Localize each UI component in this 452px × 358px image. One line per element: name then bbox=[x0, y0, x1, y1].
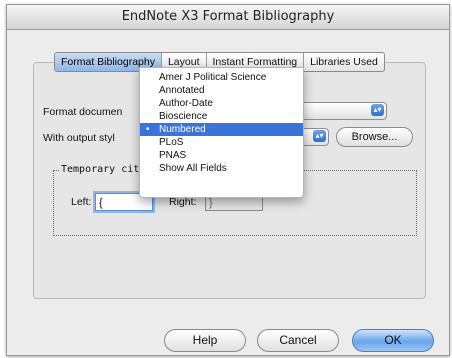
format-document-label: Format documen bbox=[43, 106, 123, 118]
menu-item-bioscience[interactable]: Bioscience bbox=[140, 110, 303, 123]
tab-libraries-used[interactable]: Libraries Used bbox=[303, 53, 384, 71]
menu-item-pnas[interactable]: PNAS bbox=[140, 149, 303, 162]
window-title: EndNote X3 Format Bibliography bbox=[7, 5, 449, 30]
format-document-popup[interactable]: ▴▾ bbox=[297, 102, 387, 120]
left-delimiter-label: Left: bbox=[71, 196, 92, 208]
popup-arrows-icon: ▴▾ bbox=[371, 104, 384, 116]
popup-arrows-icon: ▴▾ bbox=[313, 130, 326, 142]
output-style-label: With output styl bbox=[43, 132, 115, 144]
cancel-button[interactable]: Cancel bbox=[257, 329, 339, 352]
browse-button[interactable]: Browse... bbox=[336, 127, 413, 147]
menu-item-plos[interactable]: PLoS bbox=[140, 136, 303, 149]
menu-item-numbered[interactable]: • Numbered bbox=[140, 123, 303, 136]
menu-item-author-date[interactable]: Author-Date bbox=[140, 97, 303, 110]
help-button[interactable]: Help bbox=[164, 329, 246, 352]
temporary-citations-title: Temporary cita bbox=[59, 164, 148, 175]
output-style-menu: Amer J Political Science Annotated Autho… bbox=[139, 67, 304, 198]
selected-check-icon: • bbox=[146, 124, 150, 135]
menu-item-amer-j-political-science[interactable]: Amer J Political Science bbox=[140, 71, 303, 84]
ok-button[interactable]: OK bbox=[352, 329, 434, 352]
menu-item-annotated[interactable]: Annotated bbox=[140, 84, 303, 97]
format-bibliography-dialog: EndNote X3 Format Bibliography Format Bi… bbox=[6, 4, 450, 356]
menu-item-show-all-fields[interactable]: Show All Fields bbox=[140, 162, 303, 175]
menu-item-label: Numbered bbox=[159, 124, 206, 135]
